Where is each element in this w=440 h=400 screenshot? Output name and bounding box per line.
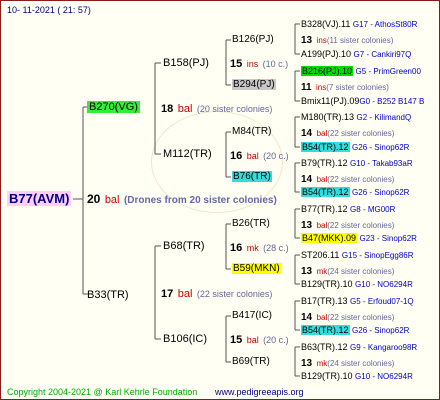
g4-colony-info: 13 mk(24 sister colonies) xyxy=(301,358,395,369)
g4-queen[interactable]: B47(MKK).09 G23 - Sinop62R xyxy=(301,232,417,245)
g2-queen[interactable]: B106(IC) xyxy=(163,333,207,345)
sire-queen-name: B270(VG) xyxy=(87,101,140,113)
g4-colony-info: 13 bal(22 sister colonies) xyxy=(301,220,395,231)
g3-queen[interactable]: M84(TR) xyxy=(232,126,271,138)
dam-colony-info: 17 bal (22 sister colonies) xyxy=(161,288,273,300)
root-queen-name: B77(AVM) xyxy=(7,191,72,206)
g4-colony-info: 13 mk(24 sister colonies) xyxy=(301,266,395,277)
g2-queen[interactable]: M112(TR) xyxy=(163,148,212,160)
g4-colony-info: 14 bal(22 sister colonies) xyxy=(301,128,395,139)
g3-queen[interactable]: B417(IC) xyxy=(232,310,272,322)
drones-note: (Drones from 20 sister colonies) xyxy=(123,195,277,206)
g4-queen[interactable]: B54(TR).12 G26 - Sinop62R xyxy=(301,186,409,199)
g4-queen[interactable]: B129(TR).10 G10 - NO6294R xyxy=(301,370,413,383)
g4-colony-info: 11 ins(7 sister colonies) xyxy=(301,82,389,93)
root-drone-info: 20 bal (Drones from 20 sister colonies) xyxy=(87,192,277,206)
dam-queen-name: B33(TR) xyxy=(87,289,129,301)
dam-queen[interactable]: B33(TR) xyxy=(87,288,129,302)
g4-colony-info: 14 bal(22 sister colonies) xyxy=(301,312,395,323)
g4-queen[interactable]: M180(TR).13 G2 - KilimandQ xyxy=(301,111,411,124)
g4-queen[interactable]: A199(PJ).10 G7 - Cankiri97Q xyxy=(301,48,411,61)
g2-queen[interactable]: B158(PJ) xyxy=(163,57,209,69)
sire-queen[interactable]: B270(VG) xyxy=(87,100,140,114)
g2-colony-info: 15 bal (20 c.) xyxy=(230,334,289,346)
g4-queen[interactable]: B54(TR).12 G26 - Sinop62R xyxy=(301,324,409,337)
g4-queen[interactable]: B79(TR).12 G10 - Takab93aR xyxy=(301,157,413,170)
g4-queen[interactable]: B129(TR).10 G10 - NO6294R xyxy=(301,278,413,291)
g3-queen[interactable]: B126(PJ) xyxy=(232,34,274,46)
root-queen[interactable]: B77(AVM) xyxy=(7,191,72,207)
g3-queen[interactable]: B26(TR) xyxy=(232,218,270,230)
website-link[interactable]: www.pedigreeapis.org xyxy=(215,386,304,398)
g4-queen[interactable]: B216(PJ).10 G5 - PrimGreen00 xyxy=(301,65,421,78)
g2-colony-info: 16 bal (20 c.) xyxy=(230,150,289,162)
g4-queen[interactable]: B17(TR).13 G5 - Erfoud07-1Q xyxy=(301,295,414,308)
g2-colony-info: 16 mk (28 c.) xyxy=(230,242,289,254)
g3-queen[interactable]: B69(TR) xyxy=(232,356,270,368)
g3-queen[interactable]: B59(MKN) xyxy=(232,263,281,275)
g4-queen[interactable]: B54(TR).12 G26 - Sinop62R xyxy=(301,141,409,154)
g2-queen[interactable]: B68(TR) xyxy=(163,240,205,252)
g4-queen[interactable]: ST206.11 G15 - SinopEgg86R xyxy=(301,249,414,262)
g4-queen[interactable]: B63(TR).12 G9 - Kangaroo98R xyxy=(301,341,417,354)
generated-date: 10- 11-2021 ( 21: 57) xyxy=(7,5,91,15)
copyright-text: Copyright 2004-2021 @ Karl Kehrle Founda… xyxy=(7,387,198,397)
g4-queen[interactable]: Bmix11(PJ).09G0 - B252 B147 B xyxy=(301,95,424,108)
g3-queen[interactable]: B294(PJ) xyxy=(232,79,276,91)
g4-queen[interactable]: B328(VJ).11 G17 - AthosSt80R xyxy=(301,18,417,31)
g4-colony-info: 13 ins(11 sister colonies) xyxy=(301,35,394,46)
g3-queen[interactable]: B76(TR) xyxy=(232,171,272,183)
pedigree-chart: 10- 11-2021 ( 21: 57) B77(AVM) 20 bal (D… xyxy=(0,0,440,400)
g2-colony-info: 15 ins (10 c.) xyxy=(230,58,289,70)
g4-colony-info: 14 bal(22 sister colonies) xyxy=(301,174,395,185)
sire-colony-info: 18 bal (20 sister colonies) xyxy=(161,103,273,115)
